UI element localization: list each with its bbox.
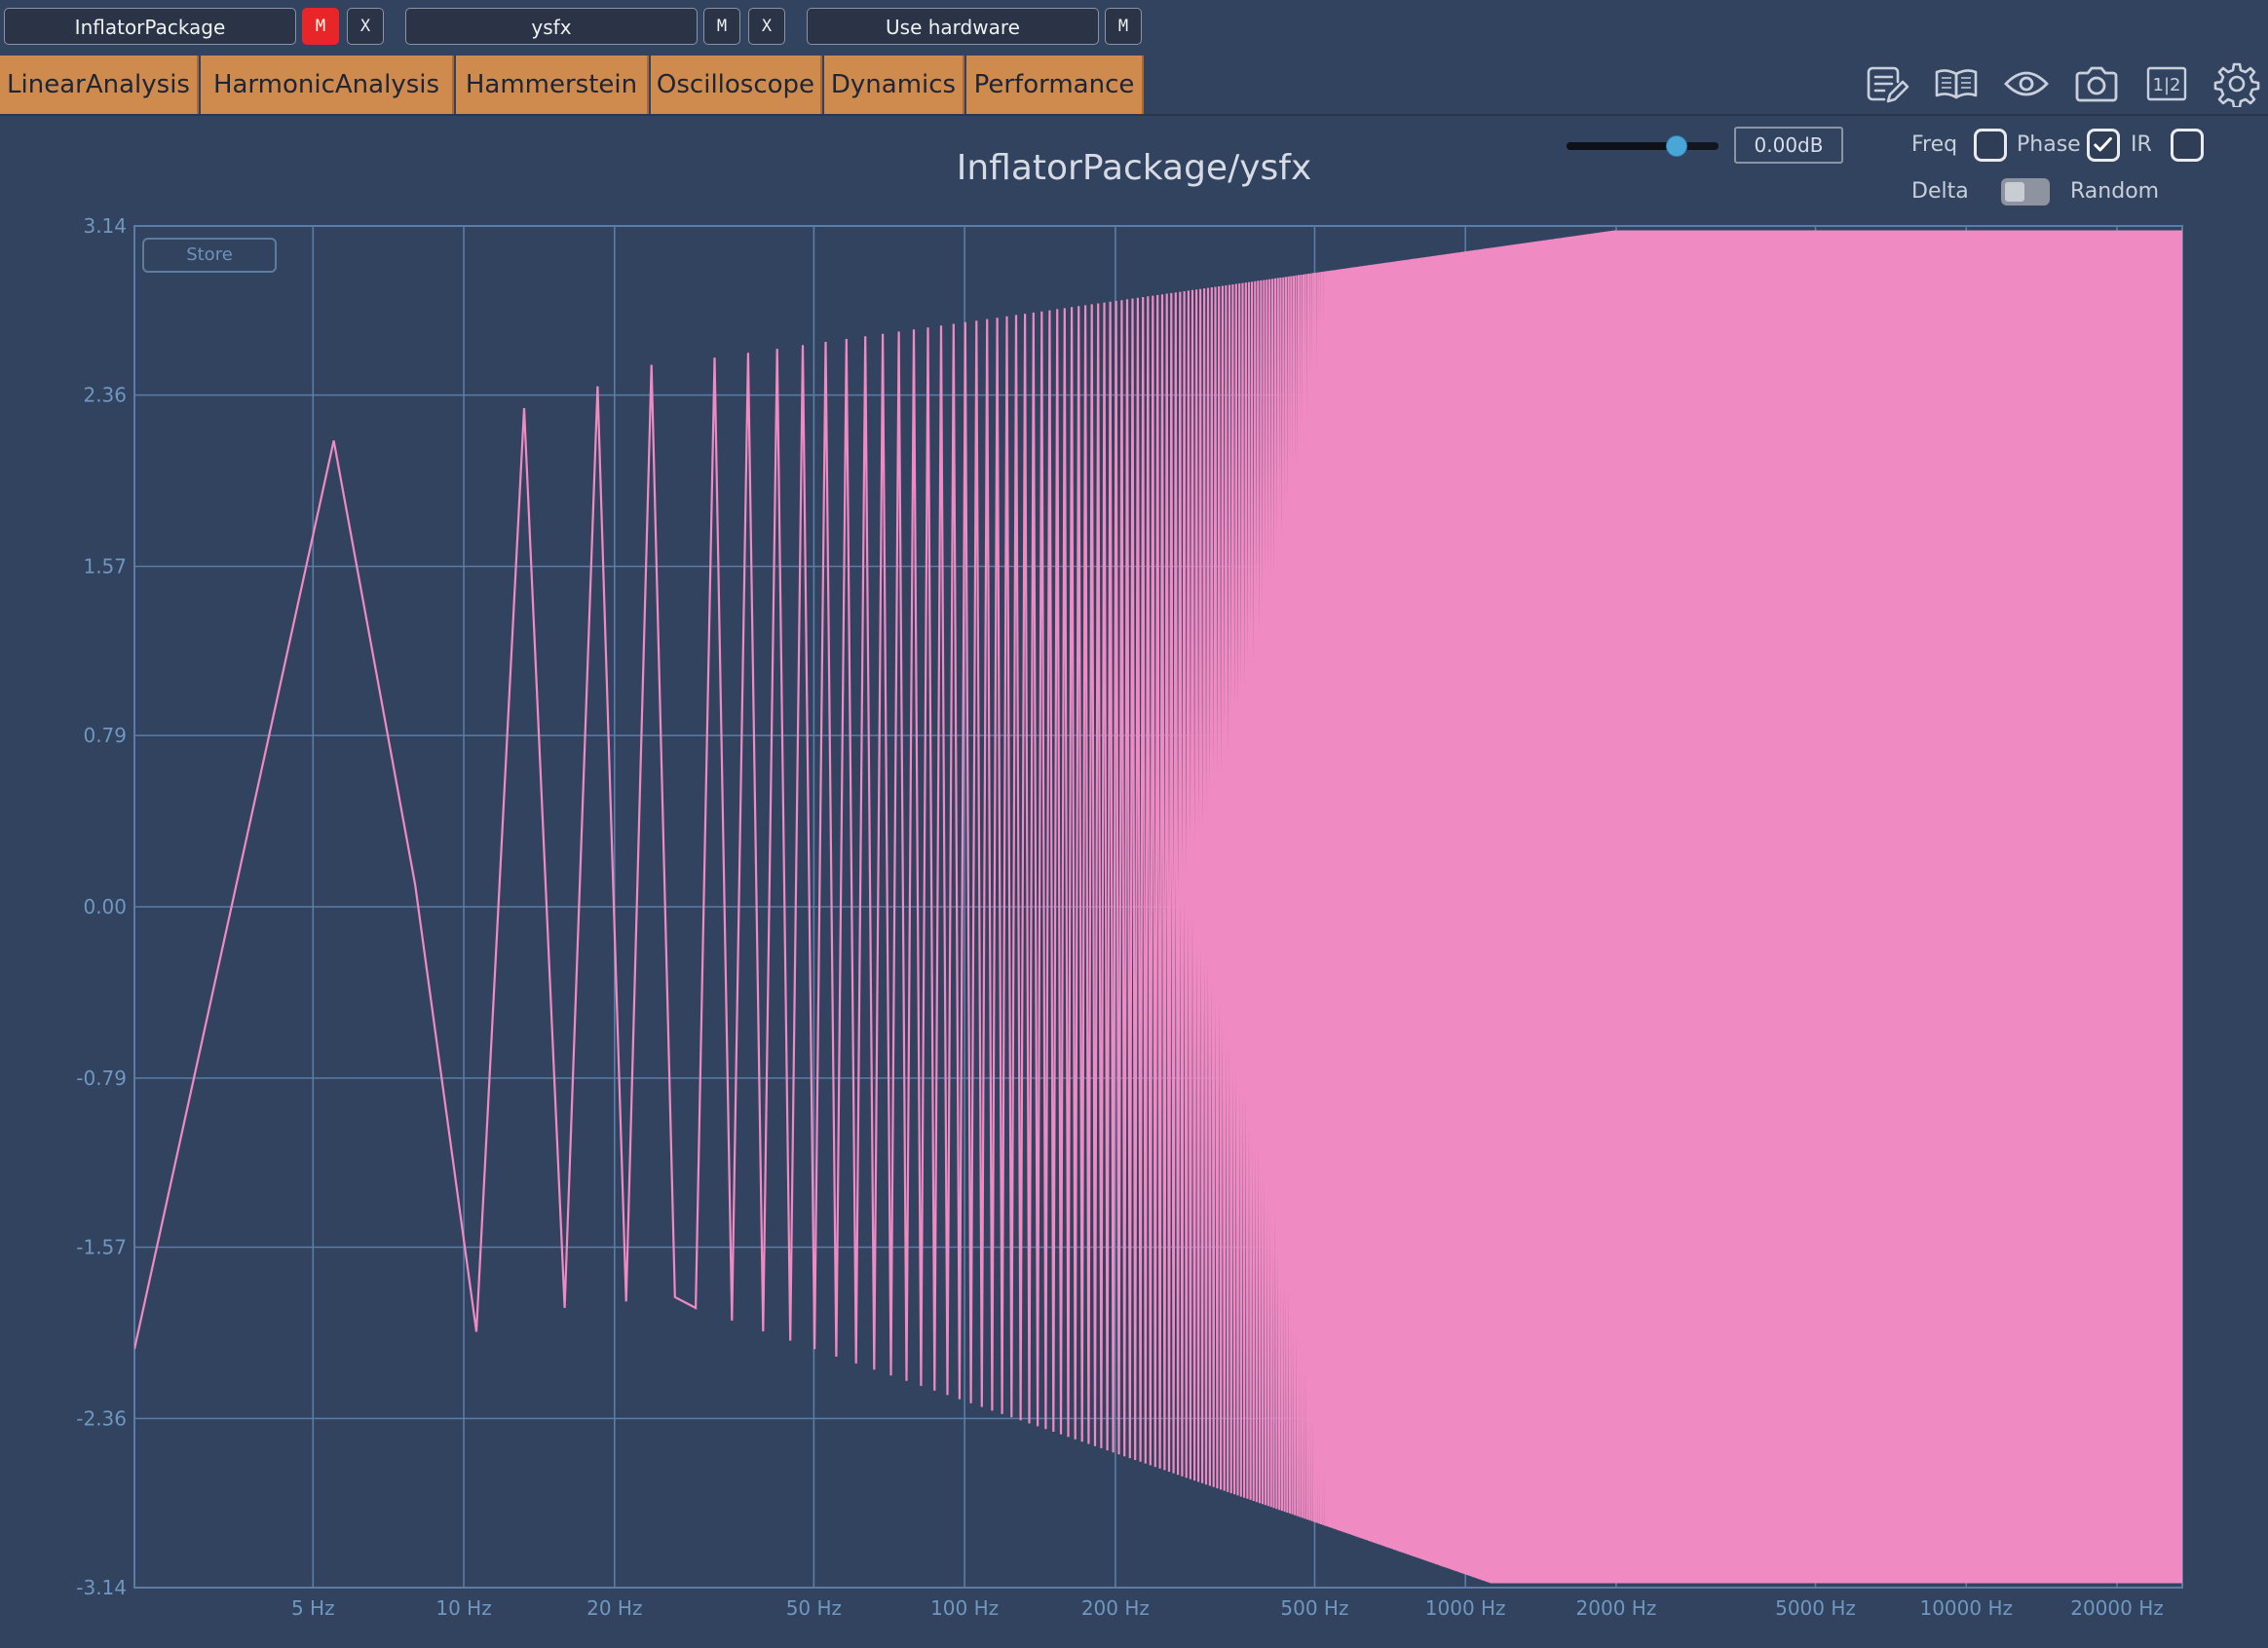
x-tick-label: 20 Hz <box>586 1596 642 1620</box>
y-tick-label: -2.36 <box>76 1406 127 1430</box>
y-tick-label: -3.14 <box>76 1576 127 1599</box>
x-tick-label: 1000 Hz <box>1425 1596 1506 1620</box>
y-tick-label: 1.57 <box>83 555 127 579</box>
x-tick-label: 2000 Hz <box>1576 1596 1657 1620</box>
x-tick-label: 50 Hz <box>786 1596 842 1620</box>
x-tick-label: 20000 Hz <box>2070 1596 2164 1620</box>
store-button[interactable]: Store <box>142 238 277 273</box>
x-tick-label: 5 Hz <box>291 1596 335 1620</box>
x-tick-label: 100 Hz <box>930 1596 999 1620</box>
phase-plot[interactable]: 3.14 2.36 1.57 0.79 0.00 -0.79 -1.57 -2.36 -3.14… <box>0 0 2268 1648</box>
x-tick-label: 10 Hz <box>435 1596 491 1620</box>
x-tick-label: 10000 Hz <box>1919 1596 2013 1620</box>
y-tick-label: 0.00 <box>83 895 127 918</box>
x-axis-labels: 5 Hz 10 Hz 20 Hz 50 Hz 100 Hz 200 Hz 500 Hz 100… <box>291 1596 2164 1620</box>
y-tick-label: 3.14 <box>83 214 127 238</box>
y-tick-label: 0.79 <box>83 724 127 747</box>
x-tick-label: 5000 Hz <box>1775 1596 1856 1620</box>
x-tick-label: 200 Hz <box>1081 1596 1150 1620</box>
y-tick-label: -1.57 <box>76 1236 127 1259</box>
y-tick-label: -0.79 <box>76 1067 127 1090</box>
y-tick-label: 2.36 <box>83 384 127 407</box>
y-axis-labels: 3.14 2.36 1.57 0.79 0.00 -0.79 -1.57 -2.36 -3.14 <box>76 214 127 1599</box>
x-tick-label: 500 Hz <box>1280 1596 1348 1620</box>
